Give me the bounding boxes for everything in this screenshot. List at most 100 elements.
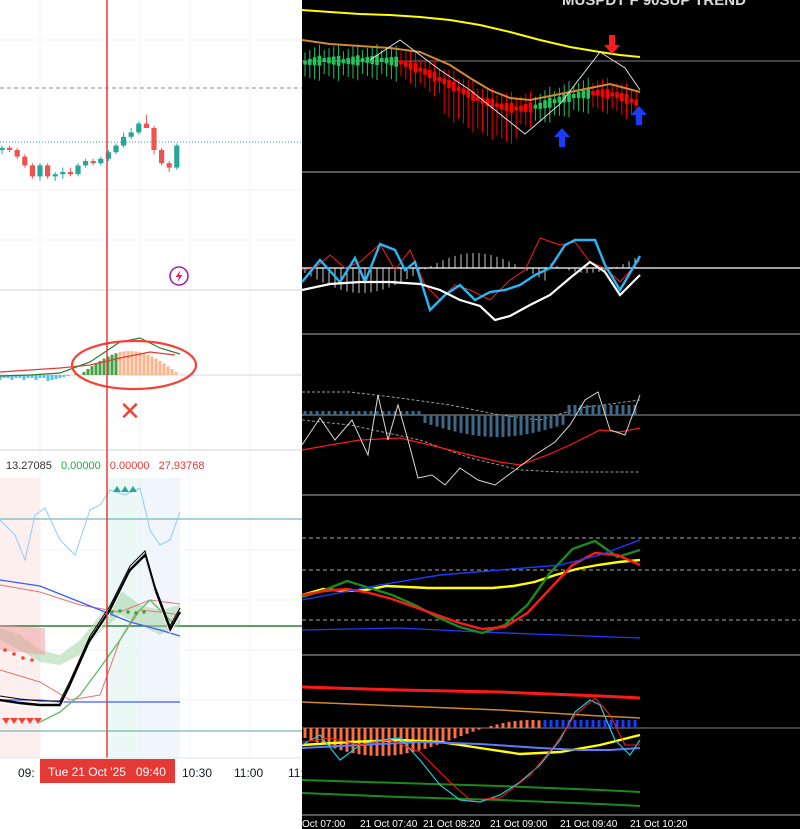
mt-candle-body (346, 57, 350, 64)
right-time-label-2: 21 Oct 08:20 (423, 819, 481, 829)
candle-body (113, 145, 119, 153)
mt-candle-body (600, 89, 605, 98)
mt-candle-body (399, 60, 403, 65)
candle-body (121, 136, 127, 146)
mt-candle-body (528, 102, 533, 113)
candle-body (14, 150, 20, 157)
time-label-1030: 10:30 (182, 766, 212, 780)
indicator-value-2: 0.00000 (61, 460, 101, 472)
candle-body (174, 145, 180, 168)
time-cursor-label: Tue 21 Oct '25 09:40 (48, 765, 166, 779)
mt-candle-body (552, 99, 557, 104)
mt-candle-body (495, 103, 499, 108)
candle-body (143, 123, 149, 128)
mt-candle-body (504, 103, 509, 112)
right-time-label-1: 21 Oct 07:40 (360, 819, 418, 829)
mt-candle-body (610, 92, 614, 97)
mt-candle-body (620, 92, 624, 101)
candle-body (98, 158, 104, 164)
right-time-axis: Oct 07:00 21 Oct 07:40 21 Oct 08:20 21 O… (302, 819, 688, 829)
right-time-label-0: Oct 07:00 (302, 819, 346, 829)
mt-candle-body (519, 105, 523, 112)
mt-candle-body (596, 89, 600, 96)
mt-candle-body (514, 106, 518, 111)
mt-candle-body (380, 58, 384, 62)
mt-candle-body (437, 76, 442, 81)
mt-candle-body (615, 92, 619, 99)
candle-body (60, 172, 66, 175)
candle-body (0, 147, 5, 150)
lightning-icon[interactable] (169, 266, 189, 286)
candle-body (75, 165, 81, 175)
mt-candle-body (303, 60, 307, 65)
mt-candle-body (548, 97, 552, 108)
mt-candle-body (322, 58, 326, 63)
mt-candle-body (442, 78, 446, 85)
indicator-value-4: 27.93768 (159, 460, 205, 472)
right-chart-panel[interactable]: MUSPDT F 90SUP TREND Oct 07:00 21 Oct 07… (301, 0, 800, 829)
mt-candle-body (413, 62, 418, 73)
mt-candle-body (317, 55, 322, 66)
left-chart-panel[interactable]: ✕ 13.27085 0.00000 0.00000 27.93768 09: … (0, 0, 304, 829)
mt-candle-body (389, 57, 394, 66)
mt-candle-body (624, 93, 629, 104)
right-time-label-4: 21 Oct 09:40 (560, 819, 618, 829)
mt-candle-body (500, 103, 504, 110)
candle-body (29, 165, 35, 177)
mt-candle-body (423, 68, 427, 75)
mt-candle-body (466, 89, 470, 98)
mt-candle-body (332, 56, 336, 65)
mt-candle-body (581, 90, 586, 99)
candle-body (22, 156, 28, 166)
mt-candle-body (351, 56, 355, 65)
mt-candle-body (452, 81, 456, 92)
mt-candle-body (629, 98, 634, 103)
mt-candle-body (557, 96, 562, 103)
mt-candle-body (408, 61, 413, 70)
mt-candle-body (341, 59, 346, 64)
candle-body (37, 165, 43, 177)
mt-candle-body (586, 88, 590, 99)
mt-candle-body (312, 57, 317, 66)
candle-body (166, 163, 172, 168)
mt-candle-body (605, 88, 610, 99)
mt-candle-body (456, 86, 461, 91)
mt-candle-body (447, 79, 451, 88)
mt-candle-body (591, 91, 595, 96)
candle-body (45, 165, 51, 177)
time-label-1100: 11:00 (234, 766, 263, 780)
candle-body (136, 123, 142, 133)
candle-body (128, 132, 134, 137)
candle-body (67, 172, 73, 175)
mt-candle-body (327, 57, 331, 64)
mt-candle-body (533, 104, 538, 109)
mt-candle-body (576, 91, 581, 98)
candle-body (151, 128, 157, 150)
annotation-x-mark: ✕ (119, 396, 141, 426)
mt-candle-body (509, 102, 514, 113)
right-title-fragment: MUSPDT F 90SUP TREND (562, 0, 746, 9)
mt-candle-body (432, 71, 437, 82)
mt-candle-body (524, 103, 528, 112)
trading-charts-screenshot: ✕ 13.27085 0.00000 0.00000 27.93768 09: … (0, 0, 800, 829)
candle-body (83, 161, 89, 166)
mt-candle-body (461, 88, 466, 95)
right-time-label-5: 21 Oct 10:20 (630, 819, 688, 829)
candle-body (90, 161, 96, 164)
right-time-label-3: 21 Oct 09:00 (490, 819, 548, 829)
mt-candle-body (543, 100, 547, 109)
time-label-0900: 09: (18, 766, 35, 780)
mt-candle-body (418, 67, 422, 72)
mt-candle-body (634, 99, 638, 106)
mt-candle-body (428, 70, 432, 79)
candle-body (7, 147, 13, 150)
mt-candle-body (538, 102, 542, 109)
mt-candle-body (404, 60, 408, 67)
mt-candle-body (365, 57, 370, 63)
indicator-value-1: 13.27085 (6, 460, 52, 472)
mt-candle-body (360, 58, 365, 63)
candle-body (52, 174, 58, 177)
mt-candle-body (394, 56, 398, 67)
mt-candle-body (572, 94, 576, 99)
indicator-value-3: 0.00000 (110, 460, 150, 472)
